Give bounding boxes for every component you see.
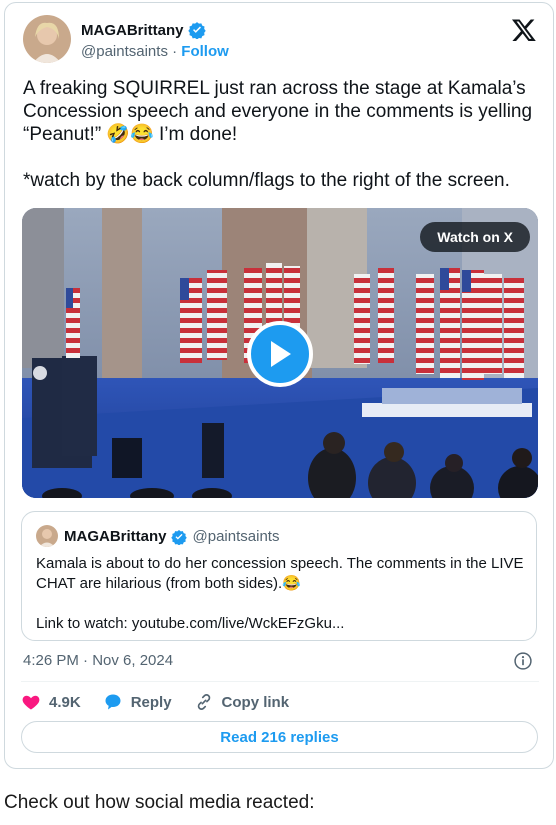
play-button[interactable] (247, 321, 313, 387)
verified-badge-icon (187, 22, 206, 39)
heart-icon (22, 695, 40, 710)
quote-author-handle: @paintsaints (192, 528, 280, 545)
watch-on-x-button[interactable]: Watch on X (420, 222, 530, 252)
action-bar: 4.9K Reply Copy link (21, 689, 311, 715)
like-button[interactable]: 4.9K (21, 692, 81, 712)
play-icon (271, 341, 291, 367)
follow-button[interactable]: Follow (181, 43, 229, 60)
tweet-timestamp[interactable]: 4:26 PM · Nov 6, 2024 (23, 652, 173, 669)
video-player[interactable]: Watch on X (22, 208, 538, 498)
read-replies-button[interactable]: Read 216 replies (21, 721, 538, 753)
author-handle-row: @paintsaints · Follow (81, 43, 229, 60)
info-icon[interactable] (513, 651, 533, 671)
like-count: 4.9K (49, 693, 81, 711)
quote-author-name: MAGABrittany (64, 528, 167, 545)
caption-text: Check out how social media reacted: (4, 792, 315, 813)
copy-link-label: Copy link (221, 693, 290, 711)
tweet-text: A freaking SQUIRREL just ran across the … (23, 78, 533, 191)
author-name[interactable]: MAGABrittany (81, 21, 206, 39)
copy-link-button[interactable]: Copy link (194, 692, 290, 712)
quote-avatar (36, 525, 58, 547)
tweet-card: MAGABrittany @paintsaints · Follow A fre… (4, 2, 554, 769)
quote-text: Kamala is about to do her concession spe… (36, 555, 524, 632)
separator-dot: · (172, 43, 178, 60)
link-icon (197, 694, 210, 710)
reply-bubble-icon (105, 694, 121, 710)
quote-header: MAGABrittany @paintsaints (64, 528, 279, 545)
divider (21, 681, 539, 682)
x-logo-icon[interactable] (511, 17, 537, 43)
quoted-tweet[interactable]: MAGABrittany @paintsaints Kamala is abou… (21, 511, 537, 641)
reply-button[interactable]: Reply (103, 692, 172, 712)
author-handle[interactable]: @paintsaints (81, 43, 168, 60)
author-name-text[interactable]: MAGABrittany (81, 22, 184, 39)
reply-label: Reply (130, 693, 172, 711)
verified-badge-icon (170, 529, 187, 545)
author-avatar[interactable] (23, 15, 71, 63)
